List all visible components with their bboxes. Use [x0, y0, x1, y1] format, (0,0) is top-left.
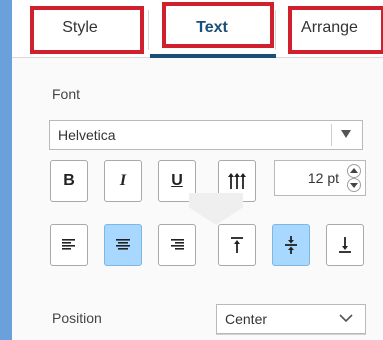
align-middle-icon — [285, 236, 297, 254]
align-bottom-icon — [339, 237, 351, 253]
position-value: Center — [225, 311, 268, 327]
align-left-button[interactable] — [50, 224, 88, 266]
align-center-icon — [116, 239, 130, 250]
align-top-button[interactable] — [218, 224, 256, 266]
select-divider — [331, 124, 332, 146]
underline-icon: U — [171, 172, 183, 189]
italic-button[interactable]: I — [104, 160, 142, 202]
vertical-text-icon — [228, 173, 246, 189]
bold-icon: B — [63, 172, 75, 189]
align-bottom-button[interactable] — [326, 224, 364, 266]
font-family-select[interactable]: Helvetica — [49, 120, 363, 150]
align-left-icon — [62, 239, 75, 250]
font-size-value: 12 pt — [307, 170, 339, 186]
align-top-icon — [231, 237, 243, 253]
tab-style[interactable]: Style — [12, 0, 148, 56]
font-label: Font — [52, 86, 81, 102]
tab-separator — [148, 10, 149, 50]
italic-icon: I — [119, 172, 127, 189]
align-right-button[interactable] — [158, 224, 196, 266]
font-size-stepper[interactable]: 12 pt — [274, 160, 366, 196]
align-right-icon — [171, 239, 184, 250]
divider — [216, 334, 366, 335]
align-center-button[interactable] — [104, 224, 142, 266]
position-select[interactable]: Center — [216, 304, 366, 334]
dropdown-arrow-icon[interactable] — [341, 130, 351, 138]
increment-icon[interactable] — [347, 164, 361, 178]
tab-text-label: Text — [196, 19, 228, 36]
tab-arrange-label: Arrange — [301, 19, 358, 36]
tab-text[interactable]: Text — [150, 0, 274, 56]
tab-bar: Style Text Arrange — [12, 0, 383, 58]
font-family-value: Helvetica — [58, 127, 116, 143]
tab-text-active-indicator — [150, 54, 276, 58]
tab-style-label: Style — [62, 19, 98, 36]
decrement-icon[interactable] — [347, 178, 361, 192]
bold-button[interactable]: B — [50, 160, 88, 202]
position-label: Position — [52, 310, 102, 326]
align-middle-button[interactable] — [272, 224, 310, 266]
chevron-down-icon — [339, 314, 353, 323]
tab-arrange[interactable]: Arrange — [276, 0, 383, 56]
